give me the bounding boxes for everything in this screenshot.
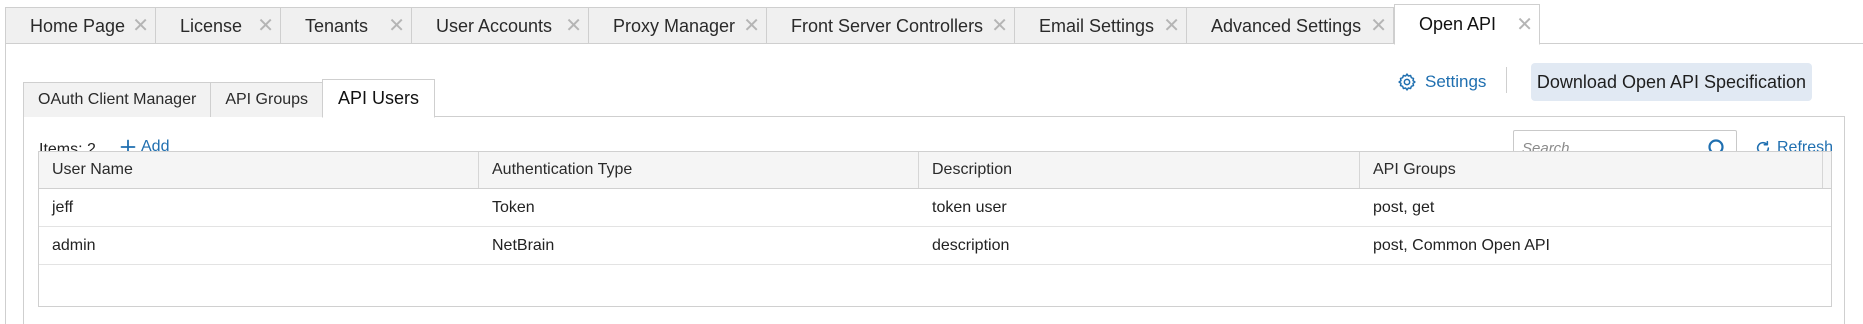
cell-user-name: admin [52, 236, 96, 254]
tab-user-accounts[interactable]: User Accounts ✕ [412, 7, 589, 44]
close-icon[interactable]: ✕ [565, 16, 582, 36]
column-header-description[interactable]: Description [919, 152, 1360, 188]
open-api-panel: OAuth Client Manager API Groups API User… [5, 43, 1863, 324]
sub-tab-bar: OAuth Client Manager API Groups API User… [23, 79, 436, 118]
tab-label: Advanced Settings [1211, 15, 1362, 36]
tab-home-page[interactable]: Home Page ✕ [5, 7, 156, 44]
subtab-label: OAuth Client Manager [38, 91, 197, 108]
tab-proxy-manager[interactable]: Proxy Manager ✕ [589, 7, 767, 44]
cell-authentication-type: Token [492, 198, 535, 216]
settings-button[interactable]: Settings [1397, 66, 1486, 98]
cell-api-groups: post, Common Open API [1373, 236, 1550, 254]
tab-open-api[interactable]: Open API ✕ [1394, 4, 1540, 45]
tab-advanced-settings[interactable]: Advanced Settings ✕ [1187, 7, 1394, 44]
column-header-authentication-type[interactable]: Authentication Type [479, 152, 919, 188]
cell-api-groups: post, get [1373, 198, 1435, 216]
close-icon[interactable]: ✕ [743, 16, 760, 36]
close-icon[interactable]: ✕ [1516, 15, 1533, 35]
tab-label: Front Server Controllers [791, 15, 984, 36]
subtab-label: API Groups [225, 91, 309, 108]
close-icon[interactable]: ✕ [257, 16, 274, 36]
subtab-label: API Users [338, 88, 420, 108]
tab-label: License [180, 15, 243, 36]
gear-icon [1398, 73, 1416, 91]
tab-front-server-controllers[interactable]: Front Server Controllers ✕ [767, 7, 1015, 44]
top-tab-bar: Home Page ✕ License ✕ Tenants ✕ User Acc… [5, 4, 1540, 45]
tab-tenants[interactable]: Tenants ✕ [281, 7, 412, 44]
column-header-user-name[interactable]: User Name [39, 152, 479, 188]
tab-license[interactable]: License ✕ [156, 7, 281, 44]
close-icon[interactable]: ✕ [991, 16, 1008, 36]
tab-label: Email Settings [1039, 15, 1155, 36]
settings-label: Settings [1425, 72, 1487, 91]
cell-description: description [932, 236, 1010, 254]
subtab-api-users[interactable]: API Users [322, 79, 436, 118]
close-icon[interactable]: ✕ [1370, 16, 1387, 36]
table-row[interactable]: jeff Token token user post, get [39, 189, 1831, 227]
close-icon[interactable]: ✕ [388, 16, 405, 36]
tab-label: Home Page [30, 15, 126, 36]
download-open-api-spec-button[interactable]: Download Open API Specification [1531, 63, 1812, 101]
cell-authentication-type: NetBrain [492, 236, 555, 254]
table-header: User Name Authentication Type Descriptio… [39, 152, 1831, 189]
page: Home Page ✕ License ✕ Tenants ✕ User Acc… [0, 0, 1863, 324]
header-gutter [1823, 152, 1831, 188]
tab-label: User Accounts [436, 15, 553, 36]
close-icon[interactable]: ✕ [132, 16, 149, 36]
cell-user-name: jeff [52, 198, 74, 216]
column-header-api-groups[interactable]: API Groups [1360, 152, 1823, 188]
header-divider [1506, 67, 1507, 93]
cell-description: token user [932, 198, 1007, 216]
subtab-api-groups[interactable]: API Groups [210, 82, 324, 117]
subtab-oauth-client-manager[interactable]: OAuth Client Manager [23, 82, 212, 117]
tab-label: Tenants [305, 15, 369, 36]
tab-label: Open API [1419, 14, 1497, 34]
api-users-table: User Name Authentication Type Descriptio… [38, 151, 1832, 307]
tab-label: Proxy Manager [613, 15, 736, 36]
close-icon[interactable]: ✕ [1163, 16, 1180, 36]
tab-email-settings[interactable]: Email Settings ✕ [1015, 7, 1187, 44]
table-row[interactable]: admin NetBrain description post, Common … [39, 227, 1831, 265]
